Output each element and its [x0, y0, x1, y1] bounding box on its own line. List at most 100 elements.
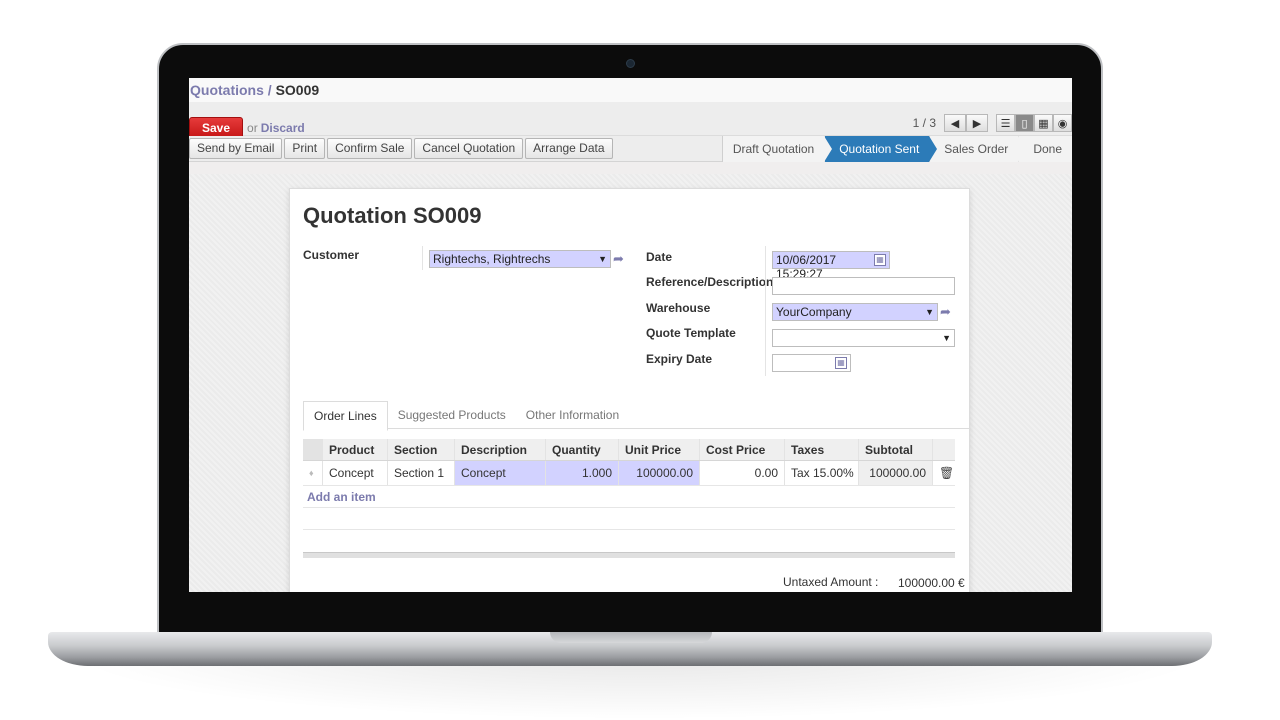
subtotal-cell: 100000.00	[859, 461, 933, 485]
reference-field[interactable]	[772, 277, 955, 295]
customer-field[interactable]: Rightechs, Rightrechs ▼	[429, 250, 611, 268]
title-prefix: Quotation	[303, 203, 407, 228]
breadcrumb-quotations[interactable]: Quotations	[190, 82, 264, 98]
camera-icon	[626, 59, 635, 68]
calendar-view-button[interactable]: ▦	[1034, 114, 1053, 132]
breadcrumb-current: SO009	[275, 82, 320, 98]
pager: 1 / 3 ◀ ▶ ☰ ▯ ▦ ◉	[913, 114, 1072, 132]
chevron-down-icon: ▼	[925, 307, 934, 317]
breadcrumb: Quotations / SO009	[189, 78, 1072, 102]
column-header[interactable]: Section	[388, 439, 455, 460]
column-header[interactable]: Cost Price	[700, 439, 785, 460]
expiry-date-field[interactable]: ▦	[772, 354, 851, 372]
table-row[interactable]: ♦ Concept Section 1 Concept 1.000 100000…	[303, 461, 955, 486]
status-bar: Send by Email Print Confirm Sale Cancel …	[189, 136, 1072, 162]
chevron-down-icon: ▼	[942, 333, 951, 343]
expiry-label: Expiry Date	[646, 352, 713, 366]
view-switcher: ☰ ▯ ▦ ◉	[996, 114, 1072, 132]
breadcrumb-separator: /	[267, 82, 272, 98]
arrow-left-icon: ◀	[950, 117, 960, 130]
arrange-data-button[interactable]: Arrange Data	[525, 138, 613, 159]
untaxed-amount-value: 100000.00 €	[898, 576, 965, 590]
stage-draft-quotation[interactable]: Draft Quotation	[721, 136, 833, 162]
stage-label: Draft Quotation	[732, 142, 815, 156]
table-footer	[303, 552, 955, 558]
warehouse-value: YourCompany	[776, 305, 852, 319]
tab-order-lines[interactable]: Order Lines	[303, 401, 388, 431]
quote-template-select[interactable]: ▼	[772, 329, 955, 347]
screen: Quotations / SO009 Save or Discard 1 / 3…	[189, 78, 1072, 592]
action-bar: Save or Discard 1 / 3 ◀ ▶ ☰ ▯ ▦ ◉	[189, 102, 1072, 139]
stage-done[interactable]: Done	[1018, 136, 1072, 162]
calendar-icon[interactable]: ▦	[874, 254, 886, 266]
description-cell[interactable]: Concept	[455, 461, 546, 485]
column-header[interactable]: Description	[455, 439, 546, 460]
pager-next-button[interactable]: ▶	[966, 114, 988, 132]
stage-sales-order[interactable]: Sales Order	[929, 136, 1027, 162]
title-number: SO009	[413, 203, 482, 228]
list-view-button[interactable]: ☰	[996, 114, 1015, 132]
cancel-quotation-button[interactable]: Cancel Quotation	[414, 138, 524, 159]
column-header[interactable]: Product	[323, 439, 388, 460]
date-field[interactable]: 10/06/2017 15:29:27 ▦	[772, 251, 890, 281]
handle-column	[303, 439, 323, 460]
graph-view-button[interactable]: ◉	[1053, 114, 1072, 132]
calendar-view-icon: ▦	[1038, 117, 1049, 130]
tab-other-information[interactable]: Other Information	[516, 401, 629, 431]
external-link-icon[interactable]: ➦	[613, 251, 624, 267]
column-header	[933, 439, 955, 460]
column-header[interactable]: Taxes	[785, 439, 859, 460]
order-lines-table: Product Section Description Quantity Uni…	[303, 439, 955, 558]
warehouse-label: Warehouse	[646, 301, 711, 315]
product-cell[interactable]: Concept	[323, 461, 388, 485]
or-text: or	[247, 121, 258, 135]
discard-link[interactable]: Discard	[261, 121, 305, 135]
list-view-icon: ☰	[1000, 117, 1011, 130]
drag-handle-icon[interactable]: ♦	[303, 461, 323, 485]
delete-line-button[interactable]: 🗑	[933, 461, 955, 485]
pager-prev-button[interactable]: ◀	[944, 114, 966, 132]
untaxed-amount-label: Untaxed Amount :	[783, 575, 879, 589]
tab-suggested-products[interactable]: Suggested Products	[388, 401, 516, 431]
customer-label: Customer	[303, 248, 360, 262]
table-header: Product Section Description Quantity Uni…	[303, 439, 955, 461]
trash-icon: 🗑	[939, 466, 955, 480]
laptop-notch	[550, 632, 712, 643]
divider	[765, 246, 766, 376]
warehouse-field[interactable]: YourCompany ▼	[772, 303, 938, 321]
notebook-tabs: Order Lines Suggested Products Other Inf…	[303, 401, 629, 431]
empty-row	[303, 508, 955, 530]
stage-label: Sales Order	[944, 142, 1009, 156]
form-view-button[interactable]: ▯	[1015, 114, 1034, 132]
column-header[interactable]: Quantity	[546, 439, 619, 460]
chevron-down-icon: ▼	[598, 254, 607, 264]
form-view-icon: ▯	[1021, 117, 1028, 130]
arrow-right-icon: ▶	[972, 117, 982, 130]
send-by-email-button[interactable]: Send by Email	[189, 138, 283, 159]
reference-label: Reference/Description	[646, 275, 774, 289]
taxes-cell[interactable]: Tax 15.00%	[785, 461, 859, 485]
print-button[interactable]: Print	[284, 138, 326, 159]
divider	[422, 246, 423, 270]
page-title: Quotation SO009	[303, 203, 482, 229]
graph-view-icon: ◉	[1057, 117, 1068, 130]
unit-price-cell[interactable]: 100000.00	[619, 461, 700, 485]
save-row: Save or Discard	[189, 117, 305, 139]
quantity-cell[interactable]: 1.000	[546, 461, 619, 485]
cost-price-cell[interactable]: 0.00	[700, 461, 785, 485]
add-item-link[interactable]: Add an item	[303, 486, 955, 508]
external-link-icon[interactable]: ➦	[940, 304, 951, 320]
pager-count: 1 / 3	[912, 116, 936, 130]
stage-quotation-sent[interactable]: Quotation Sent	[824, 136, 938, 162]
stage-label: Done	[1033, 142, 1062, 156]
confirm-sale-button[interactable]: Confirm Sale	[327, 138, 413, 159]
column-header[interactable]: Subtotal	[859, 439, 933, 460]
column-header[interactable]: Unit Price	[619, 439, 700, 460]
calendar-icon[interactable]: ▦	[835, 357, 847, 369]
stage-bar: Draft Quotation Quotation Sent Sales Ord…	[721, 136, 1072, 162]
workflow-buttons: Send by Email Print Confirm Sale Cancel …	[189, 138, 613, 159]
stage-label: Quotation Sent	[839, 142, 920, 156]
template-label: Quote Template	[646, 326, 736, 340]
date-label: Date	[646, 250, 673, 264]
section-cell[interactable]: Section 1	[388, 461, 455, 485]
